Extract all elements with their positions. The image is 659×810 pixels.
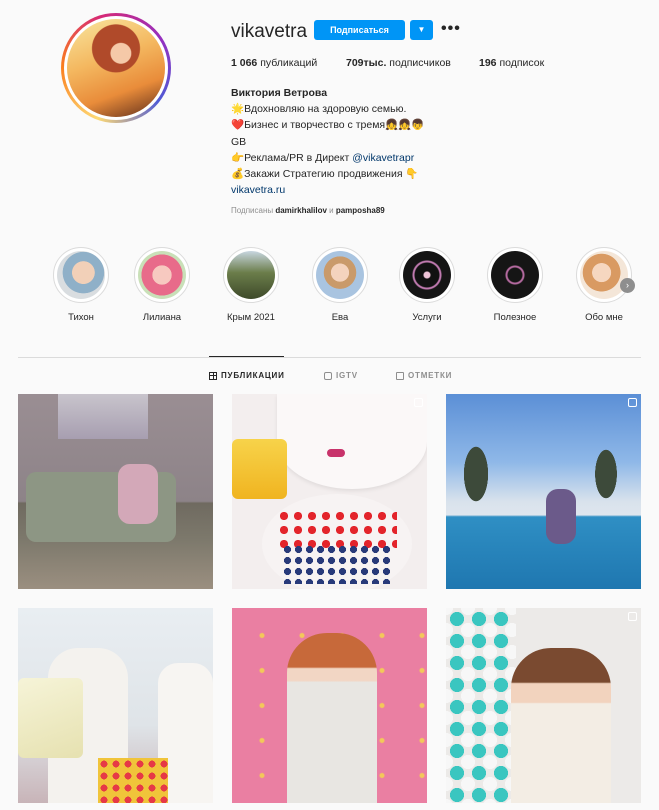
followers-count-label: подписчиков: [386, 57, 451, 69]
bio-mention-link[interactable]: @vikavetrapr: [352, 152, 414, 164]
highlight-label: Обо мне: [585, 312, 623, 323]
highlight-item[interactable]: Услуги: [392, 247, 462, 323]
highlight-label: Тихон: [68, 312, 94, 323]
profile-stats: 1 066 публикаций 709тыс. подписчиков 196…: [231, 57, 544, 69]
bio-line: ❤️Бизнес и творчество с тремя👧👧👦: [231, 119, 425, 132]
multiple-photos-icon: [628, 398, 637, 407]
bio-line: GB: [231, 135, 247, 148]
highlight-cover-ring: [223, 247, 279, 303]
multiple-photos-icon: [628, 612, 637, 621]
post-plate: [277, 394, 427, 489]
post-thumbnail[interactable]: [18, 608, 213, 803]
post-heart: [327, 449, 345, 457]
tab-igtv-label: IGTV: [336, 371, 358, 380]
highlight-item[interactable]: Тихон: [46, 247, 116, 323]
following-count-value: 196: [479, 57, 497, 69]
tab-posts-label: ПУБЛИКАЦИИ: [221, 371, 285, 380]
multiple-photos-icon: [414, 398, 423, 407]
highlight-label: Ева: [331, 312, 349, 323]
highlight-cover: [138, 251, 186, 299]
posts-count-label: публикаций: [257, 57, 318, 69]
post-person: [546, 489, 576, 544]
post-glass: [232, 439, 287, 499]
highlight-label: Крым 2021: [227, 312, 275, 323]
post-person: [511, 648, 611, 803]
followed-by-and: и: [326, 206, 336, 215]
post-picture-frame: [58, 394, 148, 439]
igtv-icon: [324, 371, 332, 380]
suggestions-dropdown-button[interactable]: ▼: [410, 20, 433, 40]
followed-by-prefix: Подписаны: [231, 206, 276, 215]
highlight-cover: [580, 251, 628, 299]
post-thumbnail[interactable]: [232, 608, 427, 803]
tabs-divider: [18, 357, 641, 358]
highlight-item[interactable]: Полезное: [480, 247, 550, 323]
avatar-border: [64, 16, 168, 120]
following-count-label: подписок: [496, 57, 545, 69]
highlight-label: Полезное: [493, 312, 537, 323]
highlight-label: Лилиана: [142, 312, 182, 323]
post-person: [287, 633, 377, 803]
highlights-next-button[interactable]: ›: [620, 278, 635, 293]
chevron-down-icon: ▼: [417, 25, 426, 34]
more-icon: •••: [441, 20, 461, 37]
highlight-item[interactable]: Лилиана: [127, 247, 197, 323]
post-thumbnail[interactable]: [446, 394, 641, 589]
highlight-cover: [316, 251, 364, 299]
tab-tagged[interactable]: ОТМЕТКИ: [396, 371, 452, 380]
tab-posts[interactable]: ПУБЛИКАЦИИ: [209, 371, 285, 380]
posts-count: 1 066 публикаций: [231, 57, 346, 69]
post-blueberries: [282, 544, 392, 584]
tag-icon: [396, 371, 404, 380]
highlight-cover-ring: [53, 247, 109, 303]
highlight-cover: [227, 251, 275, 299]
followed-by-user: damirkhalilov: [275, 206, 327, 215]
highlight-cover-ring: [312, 247, 368, 303]
post-trees: [446, 414, 641, 504]
followers-count[interactable]: 709тыс. подписчиков: [346, 57, 479, 69]
bio-line: 🌟Вдохновляю на здоровую семью.: [231, 103, 407, 116]
followed-by-user: pamposha89: [335, 206, 385, 215]
chevron-right-icon: ›: [626, 280, 629, 290]
highlight-item[interactable]: Ева: [305, 247, 375, 323]
post-balloons: [446, 608, 516, 803]
highlight-cover-ring: [487, 247, 543, 303]
profile-username: vikavetra: [231, 21, 308, 42]
highlight-cover: [57, 251, 105, 299]
highlight-cover-ring: [399, 247, 455, 303]
bio-line-text: 👉Реклама/PR в Директ: [231, 151, 353, 164]
services-icon: [403, 251, 451, 299]
following-count[interactable]: 196 подписок: [479, 57, 544, 69]
bio-line: 👉Реклама/PR в Директ @vikavetrapr: [231, 150, 571, 166]
followed-by[interactable]: Подписаны damirkhalilov и pamposha89: [231, 206, 385, 215]
post-thumbnail[interactable]: [232, 394, 427, 589]
post-thumbnail[interactable]: [446, 608, 641, 803]
bio-line: 💰Закажи Стратегию продвижения 👇: [231, 168, 419, 181]
posts-count-value: 1 066: [231, 57, 258, 69]
highlight-cover-ring: [576, 247, 632, 303]
post-fruits: [98, 758, 168, 803]
tab-igtv[interactable]: IGTV: [324, 371, 358, 380]
grid-icon: [209, 371, 217, 380]
follow-button[interactable]: Подписаться: [314, 20, 405, 40]
post-strawberries: [277, 509, 397, 549]
profile-avatar[interactable]: [61, 13, 171, 123]
highlight-item[interactable]: Крым 2021: [216, 247, 286, 323]
avatar-image: [67, 19, 165, 117]
post-bag: [18, 678, 83, 758]
post-thumbnail[interactable]: [18, 394, 213, 589]
more-options-button[interactable]: •••: [441, 20, 461, 37]
bio-website-link[interactable]: vikavetra.ru: [231, 182, 571, 198]
post-person: [118, 464, 158, 524]
highlight-label: Услуги: [412, 312, 442, 323]
tab-tagged-label: ОТМЕТКИ: [408, 371, 453, 380]
highlight-cover-ring: [134, 247, 190, 303]
full-name: Виктория Ветрова: [231, 87, 328, 99]
useful-icon: [491, 251, 539, 299]
profile-bio: Виктория Ветрова 🌟Вдохновляю на здоровую…: [231, 85, 571, 198]
active-tab-indicator: [209, 356, 284, 357]
followers-count-value: 709тыс.: [346, 57, 387, 69]
